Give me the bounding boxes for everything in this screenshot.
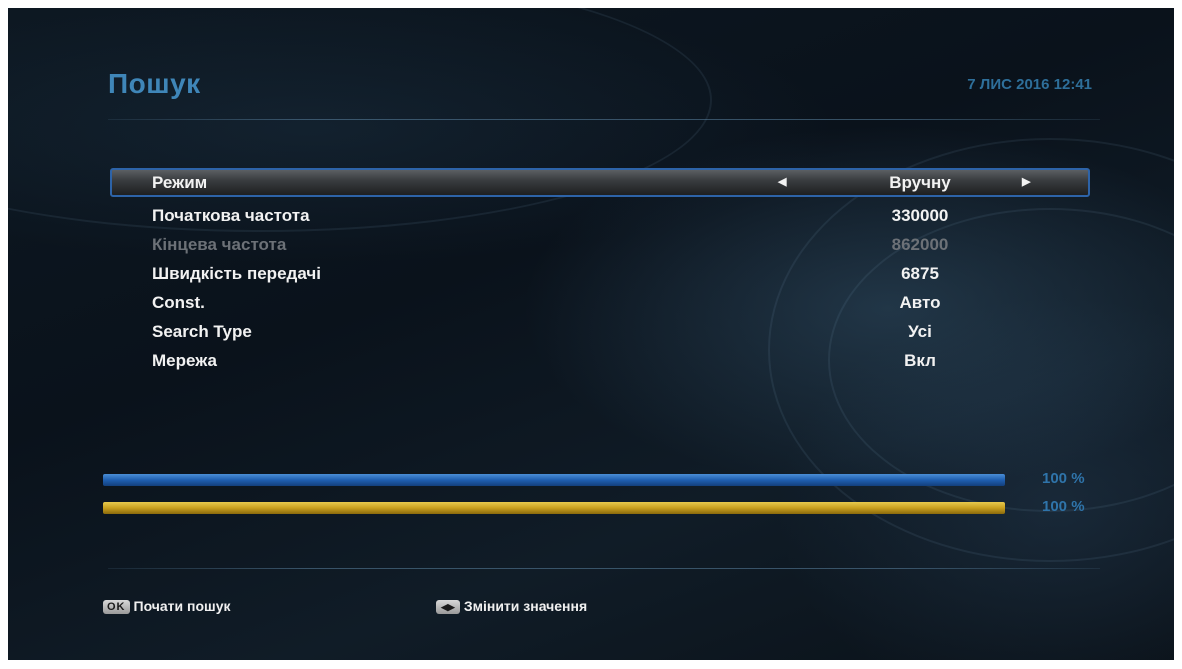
signal-quality-fill	[103, 502, 1005, 514]
menu-row-value: Вкл	[904, 351, 936, 370]
menu-row-value: 330000	[891, 206, 949, 225]
menu-row-value: Вручну	[889, 173, 951, 192]
ok-key-icon: OK	[103, 600, 130, 615]
signal-quality-percent: 100 %	[1042, 498, 1085, 515]
page-title: Пошук	[108, 68, 201, 99]
signal-quality-bar	[103, 502, 1005, 514]
menu-row-constellation[interactable]: Const. Авто	[110, 288, 1090, 317]
date-time: 7 ЛИС 2016 12:41	[967, 76, 1092, 93]
menu-row-label: Const.	[152, 293, 205, 312]
left-right-arrows-icon: ◀▶	[436, 600, 460, 615]
menu-row-label: Кінцева частота	[152, 235, 287, 254]
signal-strength-percent: 100 %	[1042, 470, 1085, 487]
menu-row-label: Початкова частота	[152, 206, 310, 225]
menu-row-value: 6875	[901, 264, 939, 283]
menu-row-value: Авто	[899, 293, 941, 312]
signal-strength-fill	[103, 474, 1005, 486]
menu-row-label: Режим	[152, 173, 208, 192]
signal-strength-bar	[103, 474, 1005, 486]
menu-row-start-frequency[interactable]: Початкова частота 330000	[110, 201, 1090, 230]
menu-row-end-frequency: Кінцева частота 862000	[110, 230, 1090, 259]
search-settings-menu: Режим ◀ Вручну ▶ Початкова частота 33000…	[110, 168, 1090, 375]
menu-row-label: Мережа	[152, 351, 217, 370]
footer-divider	[108, 568, 1100, 569]
menu-row-symbol-rate[interactable]: Швидкість передачі 6875	[110, 259, 1090, 288]
change-value-hint: ◀▶ Змінити значення	[436, 597, 587, 615]
tv-screen: Пошук 7 ЛИС 2016 12:41 Режим ◀ Вручну ▶ …	[8, 8, 1174, 660]
arrow-left-icon[interactable]: ◀	[778, 170, 786, 195]
menu-row-network[interactable]: Мережа Вкл	[110, 346, 1090, 375]
menu-row-mode[interactable]: Режим ◀ Вручну ▶	[110, 168, 1090, 197]
start-search-label: Почати пошук	[133, 598, 231, 614]
arrow-right-icon[interactable]: ▶	[1022, 170, 1030, 195]
change-value-label: Змінити значення	[463, 598, 588, 614]
header-divider	[108, 119, 1100, 120]
menu-row-value: 862000	[891, 235, 949, 254]
menu-row-label: Search Type	[152, 322, 252, 341]
start-search-hint: OK Почати пошук	[103, 597, 231, 615]
menu-row-label: Швидкість передачі	[152, 264, 321, 283]
menu-row-search-type[interactable]: Search Type Усі	[110, 317, 1090, 346]
menu-row-value: Усі	[908, 322, 932, 341]
